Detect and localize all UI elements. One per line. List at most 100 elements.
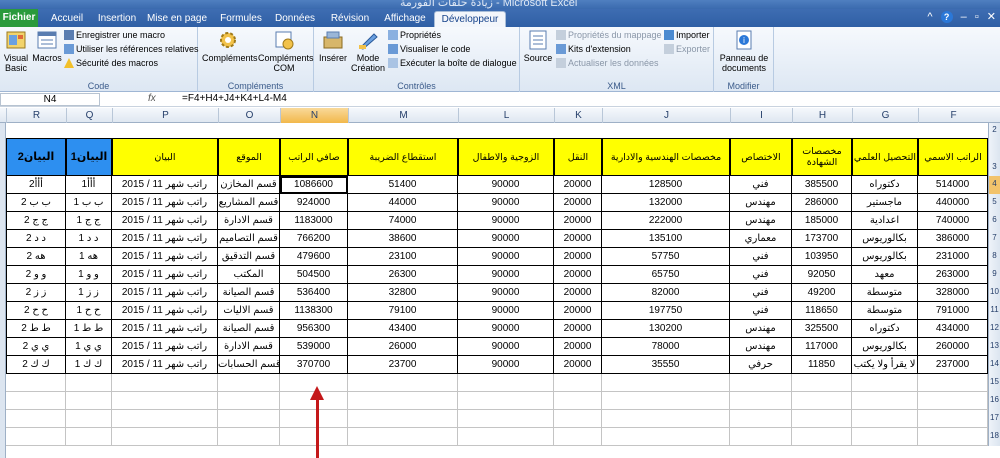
map-properties-button[interactable]: Propriétés du mappage — [556, 30, 662, 41]
empty-cell[interactable] — [602, 392, 730, 410]
cell-f12[interactable]: 434000 — [918, 320, 988, 338]
cell-m10[interactable]: 32800 — [348, 284, 458, 302]
cell-i14[interactable]: حرفي — [730, 356, 792, 374]
cell-g14[interactable]: لا يقرأ ولا يكتب — [852, 356, 918, 374]
cell-p14[interactable]: راتب شهر 11 / 2015 — [112, 356, 218, 374]
tab-file[interactable]: Fichier — [0, 9, 38, 27]
cell-r4[interactable]: 2أأأ — [6, 176, 66, 194]
empty-cell[interactable] — [554, 410, 602, 428]
expansion-packs-button[interactable]: Kits d'extension — [556, 44, 631, 55]
column-header-k[interactable]: K — [554, 108, 602, 123]
cell-k7[interactable]: 20000 — [554, 230, 602, 248]
cell-l8[interactable]: 90000 — [458, 248, 554, 266]
header-cell-k[interactable]: النقل — [554, 138, 602, 176]
cell-o11[interactable]: قسم الاليات — [218, 302, 280, 320]
com-addins-button[interactable]: Compléments COM — [258, 29, 314, 73]
cell-i8[interactable]: فني — [730, 248, 792, 266]
empty-cell[interactable] — [730, 374, 792, 392]
column-header-h[interactable]: H — [792, 108, 852, 123]
cell-q12[interactable]: ط ط 1 — [66, 320, 112, 338]
import-button[interactable]: Importer — [664, 30, 710, 41]
row-header-9[interactable]: 9 — [988, 266, 1000, 284]
empty-cell[interactable] — [730, 428, 792, 446]
column-header-p[interactable]: P — [112, 108, 218, 123]
empty-cell[interactable] — [458, 392, 554, 410]
row-header-5[interactable]: 5 — [988, 194, 1000, 212]
cell-m7[interactable]: 38600 — [348, 230, 458, 248]
close-icon[interactable]: ✕ — [987, 11, 996, 23]
cell-f11[interactable]: 791000 — [918, 302, 988, 320]
xml-source-button[interactable]: Source — [522, 29, 554, 63]
empty-cell[interactable] — [792, 410, 852, 428]
cell-o5[interactable]: قسم المشاريع — [218, 194, 280, 212]
empty-cell[interactable] — [554, 374, 602, 392]
empty-cell[interactable] — [458, 410, 554, 428]
cell-m4[interactable]: 51400 — [348, 176, 458, 194]
help-icon[interactable]: ? — [940, 11, 953, 23]
cell-r7[interactable]: د د 2 — [6, 230, 66, 248]
column-header-l[interactable]: L — [458, 108, 554, 123]
cell-o13[interactable]: قسم الادارة — [218, 338, 280, 356]
cell-k12[interactable]: 20000 — [554, 320, 602, 338]
empty-cell[interactable] — [348, 374, 458, 392]
empty-cell[interactable] — [112, 428, 218, 446]
properties-button[interactable]: Propriétés — [388, 30, 441, 41]
cell-p9[interactable]: راتب شهر 11 / 2015 — [112, 266, 218, 284]
empty-cell[interactable] — [602, 374, 730, 392]
cell-k5[interactable]: 20000 — [554, 194, 602, 212]
empty-cell[interactable] — [602, 410, 730, 428]
cell-h8[interactable]: 103950 — [792, 248, 852, 266]
cell-k4[interactable]: 20000 — [554, 176, 602, 194]
empty-cell[interactable] — [918, 428, 988, 446]
header-cell-f[interactable]: الراتب الاسمي — [918, 138, 988, 176]
refresh-data-button[interactable]: Actualiser les données — [556, 58, 659, 69]
ribbon-collapse-icon[interactable]: ^ — [927, 11, 932, 23]
row-header-8[interactable]: 8 — [988, 248, 1000, 266]
row-header-14[interactable]: 14 — [988, 356, 1000, 374]
cell-f8[interactable]: 231000 — [918, 248, 988, 266]
macro-security-button[interactable]: Sécurité des macros — [64, 58, 158, 69]
cell-f13[interactable]: 260000 — [918, 338, 988, 356]
empty-cell[interactable] — [6, 374, 66, 392]
empty-cell[interactable] — [66, 410, 112, 428]
empty-cell[interactable] — [218, 428, 280, 446]
tab-insert[interactable]: Insertion — [92, 11, 142, 27]
cell-f7[interactable]: 386000 — [918, 230, 988, 248]
cell-j5[interactable]: 132000 — [602, 194, 730, 212]
cell-q9[interactable]: و و 1 — [66, 266, 112, 284]
cell-n12[interactable]: 956300 — [280, 320, 348, 338]
column-header-n[interactable]: N — [280, 108, 348, 123]
cell-l12[interactable]: 90000 — [458, 320, 554, 338]
cell-g8[interactable]: بكالوريوس — [852, 248, 918, 266]
cell-j12[interactable]: 130200 — [602, 320, 730, 338]
cell-n11[interactable]: 1138300 — [280, 302, 348, 320]
empty-cell[interactable] — [918, 374, 988, 392]
cell-k8[interactable]: 20000 — [554, 248, 602, 266]
empty-cell[interactable] — [6, 392, 66, 410]
cell-p12[interactable]: راتب شهر 11 / 2015 — [112, 320, 218, 338]
empty-cell[interactable] — [348, 428, 458, 446]
column-header-m[interactable]: M — [348, 108, 458, 123]
cell-j14[interactable]: 35550 — [602, 356, 730, 374]
empty-cell[interactable] — [792, 374, 852, 392]
cell-j10[interactable]: 82000 — [602, 284, 730, 302]
empty-cell[interactable] — [730, 392, 792, 410]
cell-k11[interactable]: 20000 — [554, 302, 602, 320]
cell-p7[interactable]: راتب شهر 11 / 2015 — [112, 230, 218, 248]
column-header-j[interactable]: J — [602, 108, 730, 123]
row-header-4[interactable]: 4 — [988, 176, 1000, 194]
column-header-i[interactable]: I — [730, 108, 792, 123]
visual-basic-button[interactable]: Visual Basic — [2, 29, 30, 73]
empty-cell[interactable] — [348, 392, 458, 410]
cell-q6[interactable]: ج ج 1 — [66, 212, 112, 230]
tab-page-layout[interactable]: Mise en page — [146, 11, 208, 27]
cell-r11[interactable]: ح ح 2 — [6, 302, 66, 320]
row-header-2[interactable]: 2 — [988, 123, 1000, 138]
run-dialog-button[interactable]: Exécuter la boîte de dialogue — [388, 58, 517, 69]
function-icon[interactable]: fx — [148, 93, 156, 104]
tab-data[interactable]: Données — [270, 11, 320, 27]
empty-cell[interactable] — [852, 392, 918, 410]
column-header-r[interactable]: R — [6, 108, 66, 123]
cell-r6[interactable]: ج ج 2 — [6, 212, 66, 230]
cell-k14[interactable]: 20000 — [554, 356, 602, 374]
